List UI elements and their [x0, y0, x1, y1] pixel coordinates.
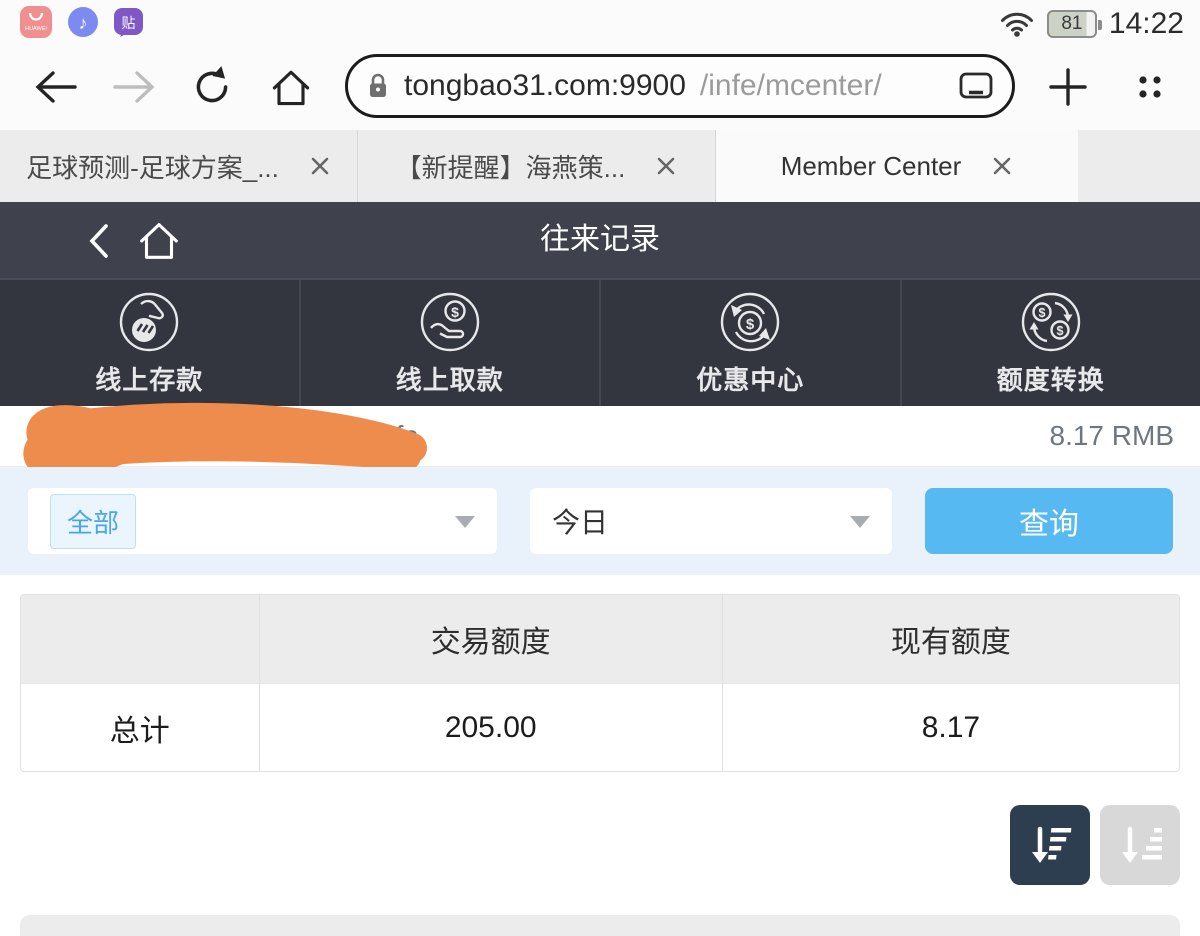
- header-cell-current: 现有额度: [722, 595, 1179, 683]
- sort-ascending-icon: [1117, 822, 1163, 868]
- tab-member-center[interactable]: Member Center: [716, 130, 1078, 202]
- table-row-total: 总计 205.00 8.17: [21, 683, 1179, 771]
- close-icon[interactable]: [309, 155, 331, 177]
- username-suffix: 0fa: [380, 420, 419, 452]
- action-grid: 线上存款 $ 线上取款: [0, 278, 1200, 406]
- svg-text:$: $: [1038, 306, 1045, 320]
- table-header-row: 交易额度 现有额度: [21, 595, 1179, 683]
- page-home-button[interactable]: [134, 216, 184, 269]
- new-tab-button[interactable]: [1044, 63, 1092, 111]
- back-button[interactable]: [32, 63, 80, 111]
- svg-text:HUAWEI: HUAWEI: [25, 26, 47, 32]
- home-button[interactable]: [267, 63, 315, 111]
- query-button[interactable]: 查询: [925, 488, 1173, 554]
- refresh-button[interactable]: [188, 63, 236, 111]
- notification-icons: HUAWEI ♪ 贴: [20, 6, 143, 38]
- chevron-down-icon: [455, 516, 475, 528]
- page-header: 往来记录: [0, 202, 1200, 278]
- lock-icon: [366, 71, 390, 101]
- svg-text:贴: 贴: [122, 15, 136, 31]
- tab-title: Member Center: [781, 151, 962, 182]
- forward-button[interactable]: [110, 63, 158, 111]
- tab-switcher-button[interactable]: [1126, 63, 1174, 111]
- svg-text:$: $: [1056, 324, 1063, 338]
- close-icon[interactable]: [655, 155, 677, 177]
- action-deposit[interactable]: 线上存款: [0, 280, 301, 406]
- url-host: tongbao31.com:9900: [404, 69, 686, 103]
- sort-descending-button[interactable]: [1010, 805, 1090, 885]
- account-row: s 0fa 8.17 RMB: [0, 406, 1200, 467]
- tab-strip-spacer: [1078, 130, 1200, 202]
- wifi-icon: [999, 9, 1035, 39]
- action-label: 优惠中心: [696, 360, 804, 397]
- action-label: 线上存款: [95, 360, 203, 397]
- action-withdraw[interactable]: $ 线上取款: [301, 280, 602, 406]
- action-balance-transfer[interactable]: $ $ 额度转换: [902, 280, 1200, 406]
- close-icon[interactable]: [991, 155, 1013, 177]
- battery-level: 81: [1061, 13, 1082, 35]
- withdraw-icon: $: [418, 290, 482, 354]
- header-cell-transaction: 交易额度: [259, 595, 722, 683]
- svg-text:$: $: [451, 304, 459, 320]
- browser-toolbar: tongbao31.com:9900 /infe/mcenter/: [0, 45, 1200, 130]
- chevron-down-icon: [850, 516, 870, 528]
- date-select[interactable]: 今日: [530, 488, 892, 554]
- balance: 8.17 RMB: [1050, 420, 1175, 452]
- tab-title: 【新提醒】海燕策...: [396, 148, 626, 185]
- filter-bar: 全部 今日 查询: [0, 467, 1200, 575]
- status-bar: HUAWEI ♪ 贴 81: [0, 0, 1200, 45]
- cell-total-label: 总计: [21, 684, 259, 771]
- svg-text:$: $: [746, 316, 755, 333]
- tab-football[interactable]: 足球预测-足球方案_...: [0, 130, 358, 202]
- clock: 14:22: [1109, 7, 1184, 41]
- screen: HUAWEI ♪ 贴 81: [0, 0, 1200, 936]
- tab-haiyan[interactable]: 【新提醒】海燕策...: [358, 130, 716, 202]
- appgallery-icon: HUAWEI: [20, 6, 52, 38]
- music-icon: ♪: [68, 7, 98, 37]
- action-label: 额度转换: [997, 360, 1105, 397]
- action-promotions[interactable]: $ 优惠中心: [601, 280, 902, 406]
- type-selected-chip: 全部: [50, 494, 136, 549]
- header-cell-empty: [21, 595, 259, 683]
- url-bar[interactable]: tongbao31.com:9900 /infe/mcenter/: [345, 54, 1015, 118]
- cell-current-amount: 8.17: [722, 684, 1179, 771]
- desktop-mode-icon[interactable]: [958, 71, 994, 101]
- balance-transfer-icon: $ $: [1019, 290, 1083, 354]
- cell-transaction-amount: 205.00: [259, 684, 722, 771]
- url-path: /infe/mcenter/: [700, 69, 944, 103]
- sort-ascending-button[interactable]: [1100, 805, 1180, 885]
- battery-indicator: 81: [1047, 10, 1097, 38]
- username: s 0fa: [26, 420, 419, 452]
- tieba-icon: 贴: [114, 8, 143, 37]
- deposit-icon: [117, 290, 181, 354]
- page-back-button[interactable]: [82, 218, 116, 269]
- summary-table: 交易额度 现有额度 总计 205.00 8.17: [20, 594, 1180, 772]
- svg-text:♪: ♪: [79, 13, 88, 33]
- action-label: 线上取款: [396, 360, 504, 397]
- username-prefix: s: [26, 420, 40, 452]
- date-selected: 今日: [552, 501, 608, 541]
- tab-title: 足球预测-足球方案_...: [26, 148, 279, 185]
- sort-descending-icon: [1027, 822, 1073, 868]
- tab-strip: 足球预测-足球方案_... 【新提醒】海燕策... Member Center: [0, 130, 1200, 202]
- type-select[interactable]: 全部: [28, 488, 497, 554]
- next-section-header: [20, 915, 1180, 936]
- promo-center-icon: $: [718, 290, 782, 354]
